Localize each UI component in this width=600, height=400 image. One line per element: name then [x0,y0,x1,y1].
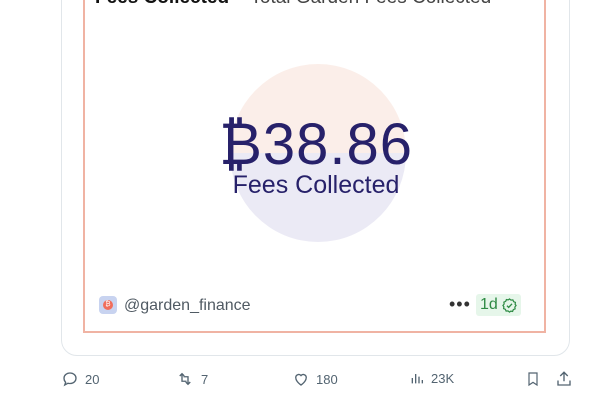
views-button[interactable]: 23K [409,370,454,386]
more-options-button[interactable]: ••• [449,294,471,315]
header-title: Fees Collected [95,0,229,8]
tweet-actions: 20 7 180 23K [0,370,600,392]
heart-icon [292,370,310,388]
views-count: 23K [431,370,455,386]
bookmark-icon [525,370,541,388]
repost-button[interactable]: 7 [175,370,208,388]
header-subtitle: Total Garden Fees Collected [250,0,491,8]
share-button[interactable] [555,370,573,388]
share-icon [555,370,573,388]
age-text: 1d [480,296,498,313]
repost-icon [175,370,195,388]
reply-icon [61,370,79,388]
bookmark-button[interactable] [525,370,541,388]
fees-amount: ₿38.86 [218,112,414,177]
reply-count: 20 [85,371,100,387]
reply-button[interactable]: 20 [61,370,99,388]
account-handle[interactable]: @garden_finance [124,297,251,315]
verified-check-icon [501,297,517,313]
like-count: 180 [316,371,338,387]
fees-amount-label: Fees Collected [232,171,400,199]
garden-logo-icon: ₿ [99,296,117,314]
repost-count: 7 [201,371,209,387]
views-icon [409,370,425,386]
like-button[interactable]: 180 [292,370,338,388]
card-header: Fees Collected Total Garden Fees Collect… [95,0,491,9]
age-badge: 1d [476,294,521,316]
